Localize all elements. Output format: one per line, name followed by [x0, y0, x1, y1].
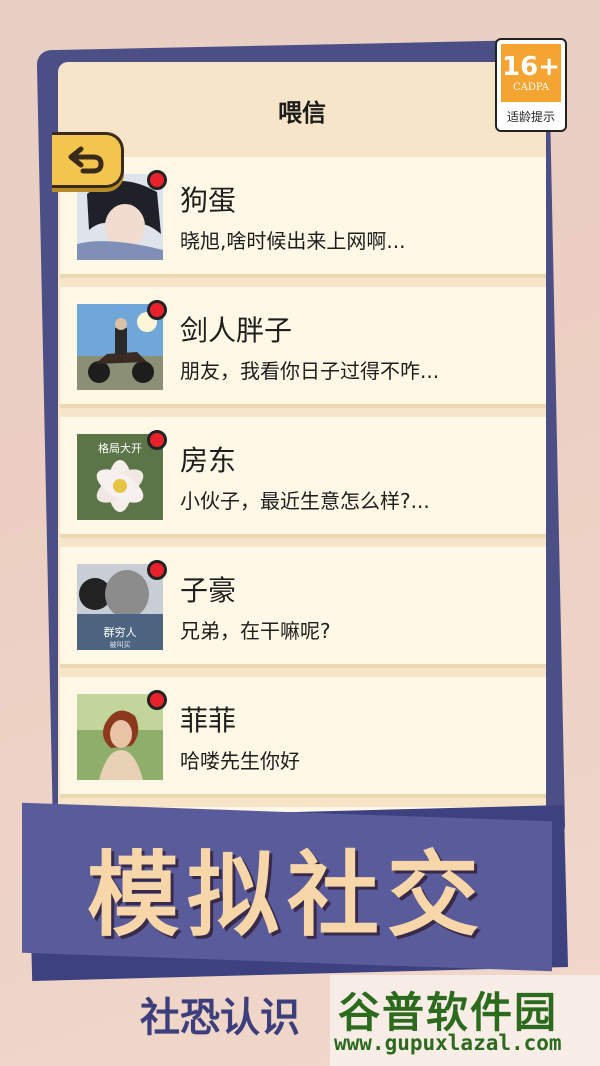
back-arrow-icon: [68, 146, 104, 174]
chat-row[interactable]: 狗蛋 晓旭,啥时候出来上网啊...: [60, 157, 546, 278]
promo-subtitle: 社恐认识: [140, 995, 300, 1041]
age-rating-caption: 适龄提示: [506, 110, 555, 124]
age-rating-org: CADPA: [513, 81, 549, 93]
avatar-caption: 群穷人: [104, 625, 137, 639]
age-rating-box: 16+ CADPA: [501, 44, 561, 102]
contact-name: 子豪: [180, 574, 237, 607]
message-preview: 小伙子，最近生意怎么样?...: [180, 489, 430, 513]
age-rating-badge: 16+ CADPA 适龄提示: [495, 38, 567, 132]
unread-dot: [147, 690, 167, 710]
chat-row[interactable]: 剑人胖子 朋友，我看你日子过得不咋...: [60, 287, 546, 408]
watermark: 谷普软件园 www.gupuxlazal.com: [330, 975, 600, 1066]
chat-list: 狗蛋 晓旭,啥时候出来上网啊... 剑人胖子 朋友，我看你日子过得不咋... 格…: [60, 157, 546, 876]
age-rating-number: 16+: [502, 51, 560, 82]
header: 喂信: [58, 62, 546, 158]
unread-dot: [147, 430, 167, 450]
contact-name: 房东: [180, 444, 237, 477]
unread-dot: [147, 300, 167, 320]
message-preview: 朋友，我看你日子过得不咋...: [180, 359, 440, 383]
page-title: 喂信: [278, 98, 326, 127]
back-button[interactable]: [52, 132, 124, 188]
message-preview: 晓旭,啥时候出来上网啊...: [180, 229, 406, 253]
contact-name: 菲菲: [180, 704, 237, 737]
chat-row[interactable]: 菲菲 哈喽先生你好: [60, 677, 546, 798]
unread-dot: [147, 170, 167, 190]
watermark-url: www.gupuxlazal.com: [334, 1031, 562, 1055]
banner-title: 模拟社交: [86, 841, 487, 949]
avatar-caption: 格局大开: [98, 441, 142, 455]
chat-row[interactable]: 格局大开 房东 小伙子，最近生意怎么样?...: [60, 417, 546, 538]
contact-name: 狗蛋: [180, 184, 237, 217]
message-preview: 兄弟，在干嘛呢?: [180, 619, 331, 643]
unread-dot: [147, 560, 167, 580]
message-preview: 哈喽先生你好: [180, 749, 300, 773]
avatar-subcaption: 被叫买: [110, 640, 131, 649]
contact-name: 剑人胖子: [180, 314, 293, 347]
chat-row[interactable]: 群穷人 被叫买 子豪 兄弟，在干嘛呢?: [60, 547, 546, 668]
promo-banner: 模拟社交: [22, 802, 552, 972]
